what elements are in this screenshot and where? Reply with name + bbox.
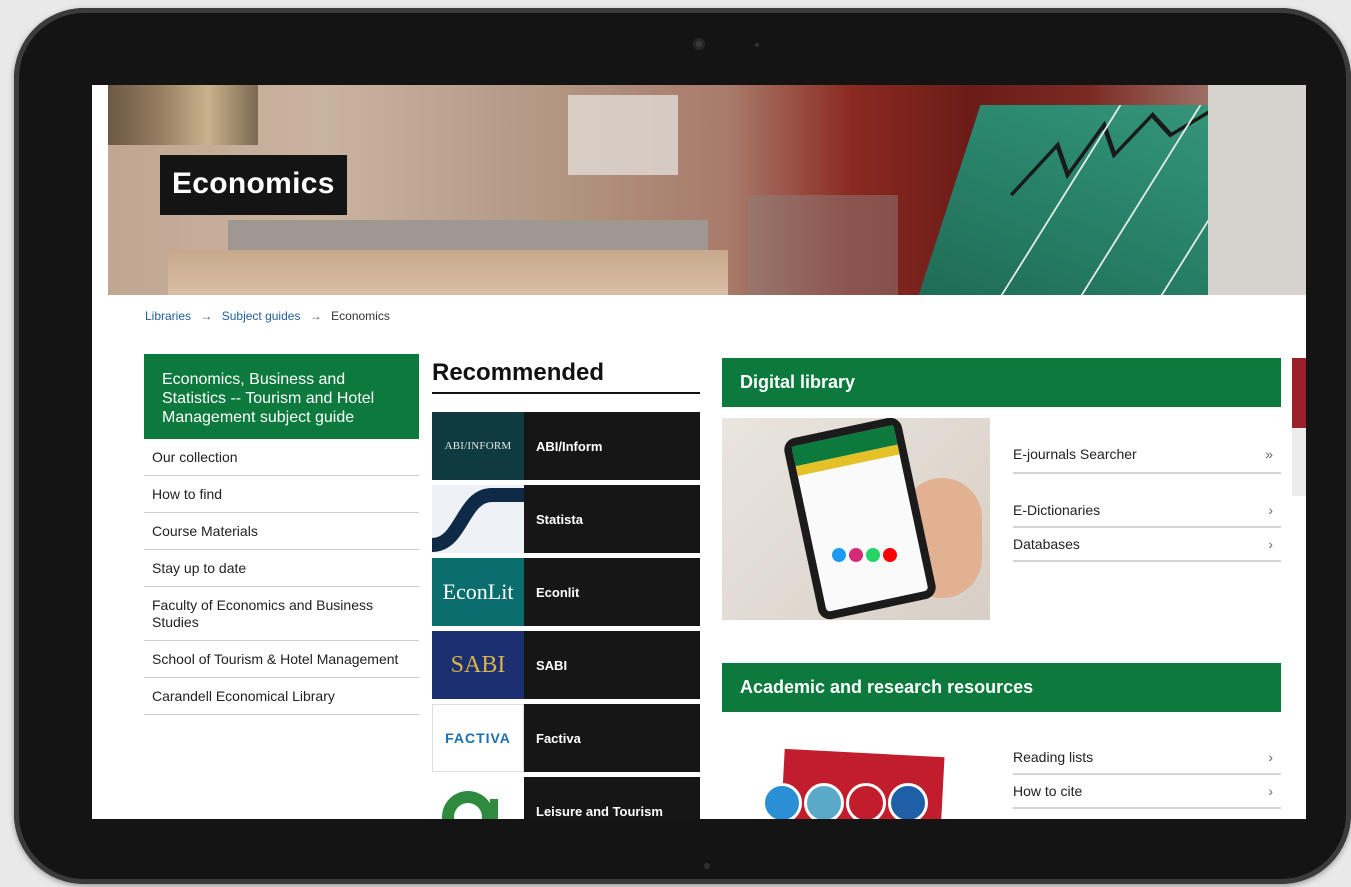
digital-library-image: [722, 418, 990, 620]
hero-counter: [168, 250, 728, 295]
home-indicator: [704, 863, 710, 869]
resource-card-statista[interactable]: Statista: [432, 485, 700, 553]
sabi-logo: SABI: [432, 631, 524, 699]
breadcrumb: Libraries → Subject guides → Economics: [145, 309, 390, 323]
abi-green-logo-icon: [442, 791, 498, 819]
nav-item-our-collection[interactable]: Our collection: [144, 439, 419, 476]
resource-card-econlit[interactable]: EconLit Econlit: [432, 558, 700, 626]
chevron-right-icon: ›: [1268, 749, 1273, 765]
sensor-dot: [755, 43, 759, 47]
link-databases[interactable]: Databases ›: [1013, 528, 1281, 562]
resource-label: ABI/Inform: [536, 438, 603, 454]
breadcrumb-separator: →: [200, 309, 213, 323]
link-e-dictionaries[interactable]: E-Dictionaries ›: [1013, 494, 1281, 528]
screen: Economics Libraries → Subject guides → E…: [92, 85, 1306, 819]
tablet-illustration: [782, 418, 938, 620]
academic-resources-panel: Academic and research resources Reading …: [722, 663, 1281, 819]
hero-banner: Economics: [108, 85, 1306, 295]
digital-library-links: E-journals Searcher » E-Dictionaries › D…: [1013, 436, 1281, 562]
social-icons: [832, 548, 897, 562]
whatsapp-icon: [866, 548, 880, 562]
nav-item-faculty-economics[interactable]: Faculty of Economics and Business Studie…: [144, 587, 419, 641]
link-label: Databases: [1013, 536, 1080, 552]
link-label: Reading lists: [1013, 749, 1094, 765]
nav-item-school-tourism[interactable]: School of Tourism & Hotel Management: [144, 641, 419, 678]
factiva-logo: FACTIVA: [432, 704, 524, 772]
hero-paper: [1208, 85, 1306, 295]
breadcrumb-subject-guides[interactable]: Subject guides: [222, 309, 301, 323]
chevron-right-icon: ›: [1268, 502, 1273, 518]
page-title: Economics: [160, 155, 347, 215]
right-column-peek: [1292, 358, 1306, 428]
subject-guide-header[interactable]: Economics, Business and Statistics -- To…: [144, 354, 419, 439]
resource-card-abi-inform[interactable]: ABI/INFORM ABI/Inform: [432, 412, 700, 480]
academic-resources-image: [722, 733, 990, 819]
link-reading-lists[interactable]: Reading lists ›: [1013, 741, 1281, 775]
recommended-title: Recommended: [432, 359, 700, 394]
statista-logo: [432, 485, 524, 553]
resource-label: SABI: [536, 657, 568, 673]
digital-library-title: Digital library: [722, 358, 1281, 407]
youtube-icon: [883, 548, 897, 562]
chevron-right-icon: ›: [1268, 783, 1273, 799]
link-label: E-journals Searcher: [1013, 446, 1137, 462]
nav-item-stay-up-to-date[interactable]: Stay up to date: [144, 550, 419, 587]
statista-wave-icon: [432, 488, 524, 552]
hero-poster: [568, 95, 678, 175]
hero-door: [748, 195, 898, 295]
hero-bookshelf: [108, 85, 258, 145]
link-how-to-cite[interactable]: How to cite ›: [1013, 775, 1281, 809]
digital-library-panel: Digital library E-journals Searcher » E-…: [722, 358, 1281, 658]
leisure-tourism-logo: [432, 777, 524, 819]
resource-label: Leisure and Tourism: [536, 803, 663, 819]
right-column-peek-lower: [1292, 428, 1306, 496]
breadcrumb-libraries[interactable]: Libraries: [145, 309, 191, 323]
chevron-right-icon: ›: [1268, 536, 1273, 552]
link-label: How to cite: [1013, 783, 1083, 799]
resource-card-sabi[interactable]: SABI SABI: [432, 631, 700, 699]
badge-icons: [762, 783, 928, 819]
nav-item-how-to-find[interactable]: How to find: [144, 476, 419, 513]
resource-label: Econlit: [536, 584, 580, 600]
link-label: E-Dictionaries: [1013, 502, 1101, 518]
instagram-icon: [849, 548, 863, 562]
econlit-logo: EconLit: [432, 558, 524, 626]
breadcrumb-current: Economics: [331, 309, 390, 323]
twitter-icon: [832, 548, 846, 562]
link-e-journals-searcher[interactable]: E-journals Searcher »: [1013, 436, 1281, 474]
recommended-section: Recommended ABI/INFORM ABI/Inform Statis…: [432, 359, 700, 819]
abi-inform-logo: ABI/INFORM: [432, 412, 524, 480]
camera-icon: [693, 38, 705, 50]
subject-guide-nav: Economics, Business and Statistics -- To…: [144, 354, 419, 715]
resource-label: Factiva: [536, 730, 581, 746]
resource-card-leisure-tourism[interactable]: Leisure and Tourism: [432, 777, 700, 819]
nav-item-course-materials[interactable]: Course Materials: [144, 513, 419, 550]
academic-resources-links: Reading lists › How to cite ›: [1013, 741, 1281, 809]
double-chevron-right-icon: »: [1265, 446, 1273, 462]
hero-desk: [228, 220, 708, 250]
resource-label: Statista: [536, 511, 583, 527]
nav-item-carandell-library[interactable]: Carandell Economical Library: [144, 678, 419, 715]
breadcrumb-separator: →: [309, 309, 322, 323]
resource-card-factiva[interactable]: FACTIVA Factiva: [432, 704, 700, 772]
academic-resources-title: Academic and research resources: [722, 663, 1281, 712]
